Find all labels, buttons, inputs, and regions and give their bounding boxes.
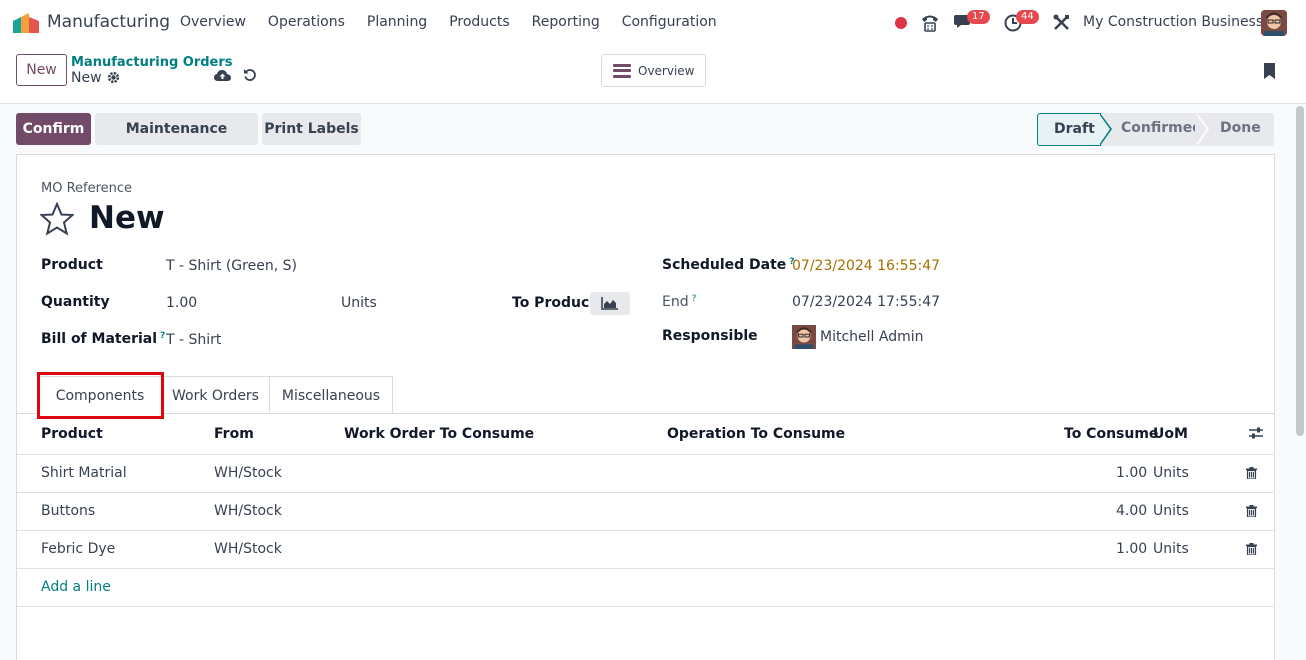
- stage-confirmed[interactable]: Confirmed: [1101, 113, 1202, 146]
- row-2-product[interactable]: Buttons: [41, 503, 95, 519]
- delete-row-3-trash-icon[interactable]: [1246, 543, 1257, 555]
- breadcrumb-manufacturing-orders[interactable]: Manufacturing Orders: [71, 55, 233, 70]
- stage-arrow-fill: [1099, 114, 1110, 145]
- tab-work-orders[interactable]: Work Orders: [162, 376, 270, 414]
- product-field[interactable]: T - Shirt (Green, S): [166, 258, 297, 274]
- save-cloud-icon[interactable]: [214, 69, 231, 82]
- responsible-label: Responsible: [662, 328, 758, 344]
- maintenance-request-button[interactable]: Maintenance Request: [95, 113, 258, 169]
- overview-button[interactable]: Overview: [601, 54, 706, 87]
- confirm-button[interactable]: Confirm: [16, 113, 91, 145]
- row-2-to-consume[interactable]: 4.00: [1116, 503, 1147, 519]
- record-title[interactable]: New: [89, 200, 165, 236]
- menu-products[interactable]: Products: [449, 14, 509, 30]
- table-divider: [17, 454, 1274, 455]
- activities-badge: 44: [1016, 10, 1039, 24]
- new-button[interactable]: New: [16, 54, 67, 86]
- bom-label: Bill of Material?: [41, 331, 166, 347]
- table-footer-divider: [17, 606, 1274, 607]
- phone-icon[interactable]: [920, 13, 940, 32]
- table-row-divider: [17, 492, 1274, 493]
- company-switcher[interactable]: My Construction Business: [1083, 14, 1263, 30]
- manufacturing-app-icon[interactable]: [13, 13, 39, 33]
- menu-lines-icon: [613, 63, 631, 78]
- row-3-to-consume[interactable]: 1.00: [1116, 541, 1147, 557]
- mo-reference-label: MO Reference: [41, 181, 133, 196]
- column-header-operation[interactable]: Operation To Consume: [667, 426, 845, 442]
- help-tooltip-icon[interactable]: ?: [692, 294, 697, 304]
- recording-indicator-icon[interactable]: [895, 17, 907, 29]
- responsible-field[interactable]: Mitchell Admin: [820, 329, 924, 345]
- quantity-label: Quantity: [41, 294, 110, 310]
- quantity-field[interactable]: 1.00: [166, 295, 197, 311]
- row-3-from[interactable]: WH/Stock: [214, 541, 282, 557]
- row-1-product[interactable]: Shirt Matrial: [41, 465, 127, 481]
- debug-tools-icon[interactable]: [1053, 14, 1070, 31]
- breadcrumb-current: New: [71, 70, 102, 86]
- area-chart-icon: [601, 297, 618, 310]
- forecast-chart-button[interactable]: [590, 292, 630, 315]
- bom-field[interactable]: T - Shirt: [166, 332, 221, 348]
- help-tooltip-icon[interactable]: ?: [160, 331, 165, 341]
- menu-operations[interactable]: Operations: [268, 14, 345, 30]
- stage-done[interactable]: Done: [1198, 113, 1274, 146]
- gear-icon[interactable]: [107, 71, 120, 84]
- main-menu: Overview Operations Planning Products Re…: [180, 14, 739, 30]
- bookmark-icon[interactable]: [1264, 63, 1275, 79]
- row-2-from[interactable]: WH/Stock: [214, 503, 282, 519]
- page-scrollbar[interactable]: [1296, 106, 1304, 436]
- column-header-product[interactable]: Product: [41, 426, 103, 442]
- overview-label: Overview: [638, 63, 695, 78]
- table-row-divider: [17, 568, 1274, 569]
- menu-overview[interactable]: Overview: [180, 14, 246, 30]
- tab-miscellaneous[interactable]: Miscellaneous: [270, 376, 393, 414]
- quantity-uom-field[interactable]: Units: [341, 295, 377, 311]
- delete-row-2-trash-icon[interactable]: [1246, 505, 1257, 517]
- column-header-uom[interactable]: UoM: [1153, 426, 1188, 442]
- control-panel: New Manufacturing Orders New Overview: [0, 46, 1306, 104]
- row-3-uom[interactable]: Units: [1153, 541, 1189, 557]
- menu-configuration[interactable]: Configuration: [622, 14, 717, 30]
- discard-undo-icon[interactable]: [243, 68, 257, 82]
- scheduled-date-label: Scheduled Date?: [662, 257, 795, 273]
- add-a-line-link[interactable]: Add a line: [41, 579, 111, 595]
- stage-draft[interactable]: Draft: [1037, 113, 1101, 146]
- end-label: End?: [662, 294, 697, 310]
- row-1-to-consume[interactable]: 1.00: [1116, 465, 1147, 481]
- stage-arrow-fill: [1195, 113, 1207, 146]
- end-date-field[interactable]: 07/23/2024 17:55:47: [792, 294, 940, 310]
- optional-columns-icon[interactable]: [1249, 426, 1263, 440]
- app-name[interactable]: Manufacturing: [47, 12, 170, 32]
- status-bar: Draft Confirmed Done: [1037, 113, 1274, 146]
- row-3-product[interactable]: Febric Dye: [41, 541, 115, 557]
- scheduled-date-field[interactable]: 07/23/2024 16:55:47: [792, 258, 940, 274]
- responsible-avatar: [792, 325, 816, 349]
- table-row-divider: [17, 530, 1274, 531]
- user-avatar[interactable]: [1261, 10, 1287, 36]
- row-2-uom[interactable]: Units: [1153, 503, 1189, 519]
- menu-reporting[interactable]: Reporting: [532, 14, 600, 30]
- menu-planning[interactable]: Planning: [367, 14, 427, 30]
- print-labels-button[interactable]: Print Labels: [262, 113, 361, 145]
- messages-badge: 17: [967, 10, 990, 24]
- column-header-to-consume[interactable]: To Consume: [1064, 426, 1158, 442]
- row-1-uom[interactable]: Units: [1153, 465, 1189, 481]
- annotation-highlight-box: [37, 372, 164, 419]
- column-header-work-order[interactable]: Work Order To Consume: [344, 426, 534, 442]
- column-header-from[interactable]: From: [214, 426, 254, 442]
- favorite-star-icon[interactable]: [40, 202, 74, 236]
- product-label: Product: [41, 257, 103, 273]
- delete-row-1-trash-icon[interactable]: [1246, 467, 1257, 479]
- row-1-from[interactable]: WH/Stock: [214, 465, 282, 481]
- to-produce-label: To Produce: [512, 295, 599, 311]
